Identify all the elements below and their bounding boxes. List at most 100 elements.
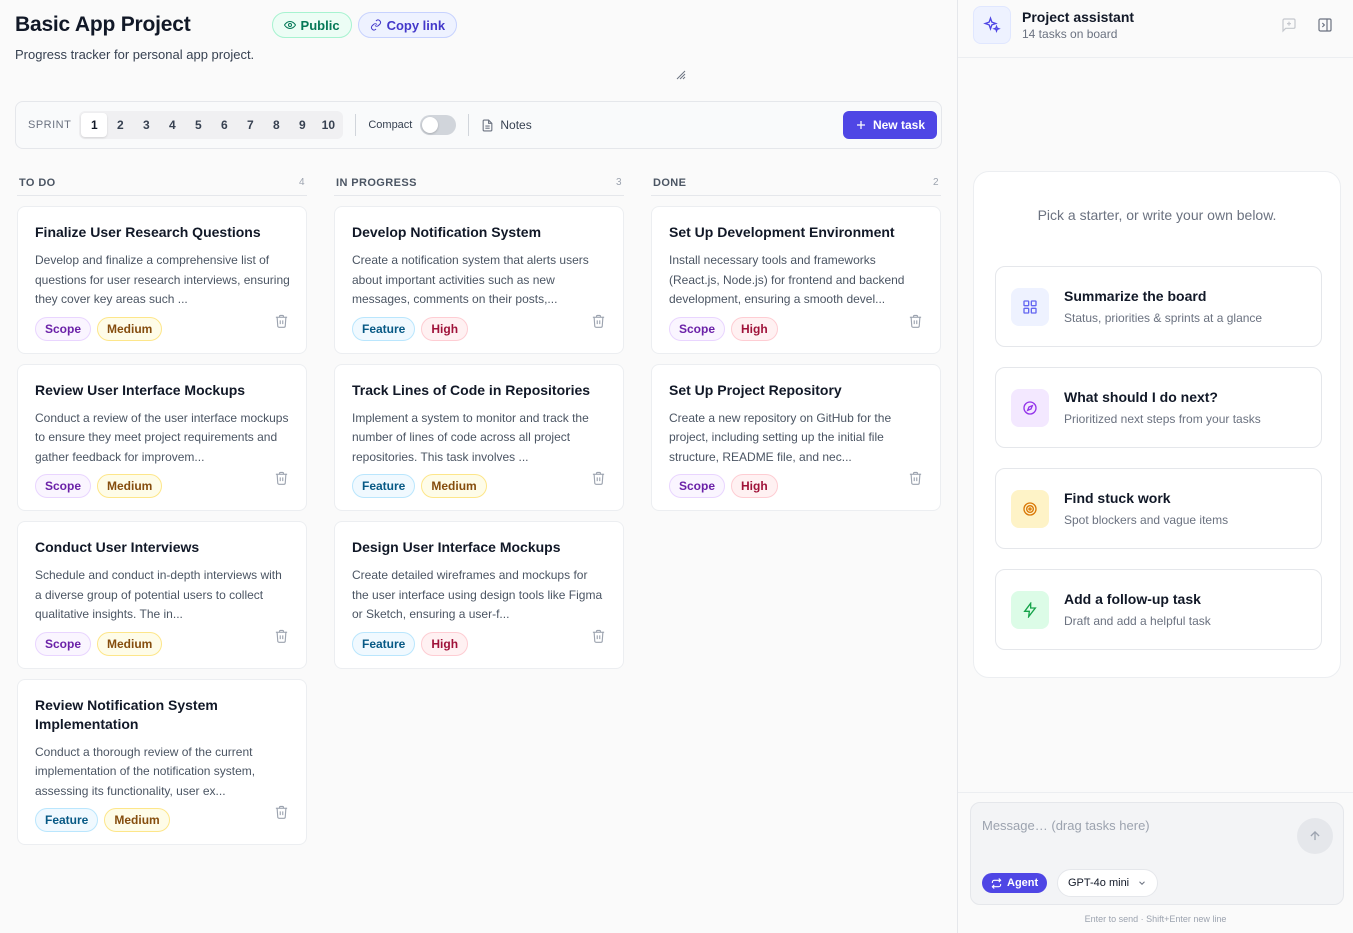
sprint-tab-5[interactable]: 5: [185, 113, 211, 137]
starter-subtitle: Prioritized next steps from your tasks: [1064, 412, 1261, 426]
agent-label: Agent: [1007, 877, 1039, 889]
task-title: Finalize User Research Questions: [35, 224, 261, 240]
starter-prompt: Pick a starter, or write your own below.: [1037, 207, 1277, 223]
starter-title: Find stuck work: [1064, 490, 1171, 506]
trash-icon[interactable]: [591, 628, 606, 649]
sprint-selector: 1 2 3 4 5 6 7 8 9 10: [79, 111, 344, 139]
sprint-tab-4[interactable]: 4: [159, 113, 185, 137]
sprint-tab-1[interactable]: 1: [81, 113, 108, 137]
new-task-label: New task: [872, 118, 925, 132]
sprint-tab-2[interactable]: 2: [107, 113, 133, 137]
public-badge[interactable]: Public: [271, 12, 352, 38]
link-icon: [370, 19, 381, 31]
arrow-up-icon: [1310, 831, 1320, 841]
chevron-down-icon: [1139, 881, 1145, 885]
column-count: 3: [616, 177, 622, 188]
assistant-panel: Project assistant 14 tasks on board Pick…: [958, 0, 1353, 933]
task-card[interactable]: Finalize User Research Questions Develop …: [17, 206, 307, 354]
column-title: DONE: [653, 176, 687, 189]
starter-card[interactable]: Summarize the board Status, priorities & …: [995, 266, 1322, 347]
priority-tag: High: [731, 316, 778, 341]
message-input[interactable]: Message… (drag tasks here): [982, 818, 1150, 833]
toolbar-divider: [355, 114, 357, 136]
task-card[interactable]: Develop Notification System Create a noti…: [334, 206, 624, 354]
project-description[interactable]: Progress tracker for personal app projec…: [15, 47, 254, 62]
sprint-tab-9[interactable]: 9: [289, 113, 315, 137]
task-card[interactable]: Set Up Project Repository Create a new re…: [651, 363, 941, 511]
task-title: Conduct User Interviews: [35, 539, 200, 555]
document-icon: [483, 119, 493, 131]
assistant-subtitle: 14 tasks on board: [1022, 27, 1118, 41]
task-title: Review Notification System Implementatio…: [35, 696, 218, 732]
type-tag: Feature: [35, 808, 99, 832]
assistant-header: Project assistant 14 tasks on board: [973, 6, 1134, 44]
copy-link-button[interactable]: Copy link: [357, 12, 458, 38]
type-tag: Scope: [35, 474, 92, 498]
plus-icon: [856, 121, 865, 129]
resize-handle-icon[interactable]: [676, 70, 686, 80]
sprint-tab-3[interactable]: 3: [133, 113, 159, 137]
sprint-label: SPRINT: [28, 119, 72, 131]
task-title: Review User Interface Mockups: [35, 381, 246, 398]
trash-icon[interactable]: [274, 804, 289, 825]
task-title: Set Up Project Repository: [669, 381, 842, 398]
sprint-tab-7[interactable]: 7: [237, 113, 263, 137]
compact-label: Compact: [368, 119, 413, 131]
new-task-button[interactable]: New task: [842, 111, 937, 139]
trash-icon[interactable]: [908, 313, 923, 334]
board-area: Basic App Project Public Copy link Progr…: [0, 0, 958, 933]
task-description: Develop and finalize a comprehensive lis…: [35, 253, 290, 306]
target-icon: [1011, 489, 1049, 528]
sprint-tab-10[interactable]: 10: [315, 113, 341, 137]
agent-mode-button[interactable]: Agent: [982, 873, 1048, 893]
starter-subtitle: Spot blockers and vague items: [1064, 513, 1229, 527]
send-button[interactable]: [1297, 818, 1333, 854]
task-card[interactable]: Review User Interface Mockups Conduct a r…: [17, 363, 307, 511]
task-card[interactable]: Conduct User Interviews Schedule and cond…: [17, 521, 307, 669]
type-tag: Feature: [352, 474, 416, 498]
notes-button[interactable]: Notes: [481, 118, 532, 132]
starter-subtitle: Draft and add a helpful task: [1064, 614, 1211, 628]
bolt-icon: [1011, 590, 1049, 629]
model-select[interactable]: GPT-4o mini: [1057, 869, 1159, 897]
task-card[interactable]: Set Up Development Environment Install ne…: [651, 206, 941, 354]
sparkles-icon: [973, 6, 1011, 44]
trash-icon[interactable]: [274, 470, 289, 491]
column-count: 2: [933, 177, 939, 188]
message-composer[interactable]: Message… (drag tasks here) Agent GPT-4o …: [970, 802, 1344, 905]
trash-icon[interactable]: [908, 470, 923, 491]
starter-card[interactable]: Add a follow-up task Draft and add a help…: [995, 569, 1322, 650]
task-card[interactable]: Review Notification System Implementatio…: [17, 678, 307, 845]
starter-card[interactable]: What should I do next? Prioritized next s…: [995, 367, 1322, 448]
priority-tag: High: [421, 316, 469, 341]
repeat-icon: [991, 877, 1002, 889]
trash-icon[interactable]: [274, 628, 289, 649]
trash-icon[interactable]: [591, 313, 606, 334]
task-card[interactable]: Design User Interface Mockups Create deta…: [334, 521, 624, 669]
task-tags: Scope Medium: [35, 631, 290, 656]
trash-icon[interactable]: [274, 313, 289, 334]
starter-title: Summarize the board: [1064, 288, 1207, 304]
task-description: Conduct a review of the user interface m…: [35, 410, 289, 464]
collapse-panel-icon[interactable]: [1317, 17, 1333, 33]
task-description: Create detailed wireframes and mockups f…: [352, 568, 603, 621]
sprint-tab-6[interactable]: 6: [211, 113, 237, 137]
notes-label: Notes: [500, 118, 532, 132]
toolbar-divider: [468, 114, 470, 136]
task-tags: Feature Medium: [352, 474, 607, 498]
type-tag: Feature: [352, 316, 416, 341]
starter-card[interactable]: Find stuck work Spot blockers and vague i…: [995, 468, 1322, 549]
task-card[interactable]: Track Lines of Code in Repositories Imple…: [334, 363, 624, 511]
eye-icon: [283, 20, 296, 30]
compact-toggle[interactable]: [420, 115, 457, 135]
task-description: Create a notification system that alerts…: [352, 253, 589, 306]
column-to-do: TO DO 4 Finalize User Research Questions De…: [17, 170, 307, 845]
task-title: Track Lines of Code in Repositories: [352, 381, 591, 398]
column-header: IN PROGRESS 3: [334, 170, 624, 196]
trash-icon[interactable]: [591, 470, 606, 491]
keyboard-hint: Enter to send · Shift+Enter new line: [1084, 914, 1227, 924]
task-tags: Feature High: [352, 316, 607, 341]
sprint-tab-8[interactable]: 8: [263, 113, 289, 137]
task-title: Set Up Development Environment: [669, 224, 895, 240]
new-chat-icon[interactable]: [1281, 17, 1297, 33]
